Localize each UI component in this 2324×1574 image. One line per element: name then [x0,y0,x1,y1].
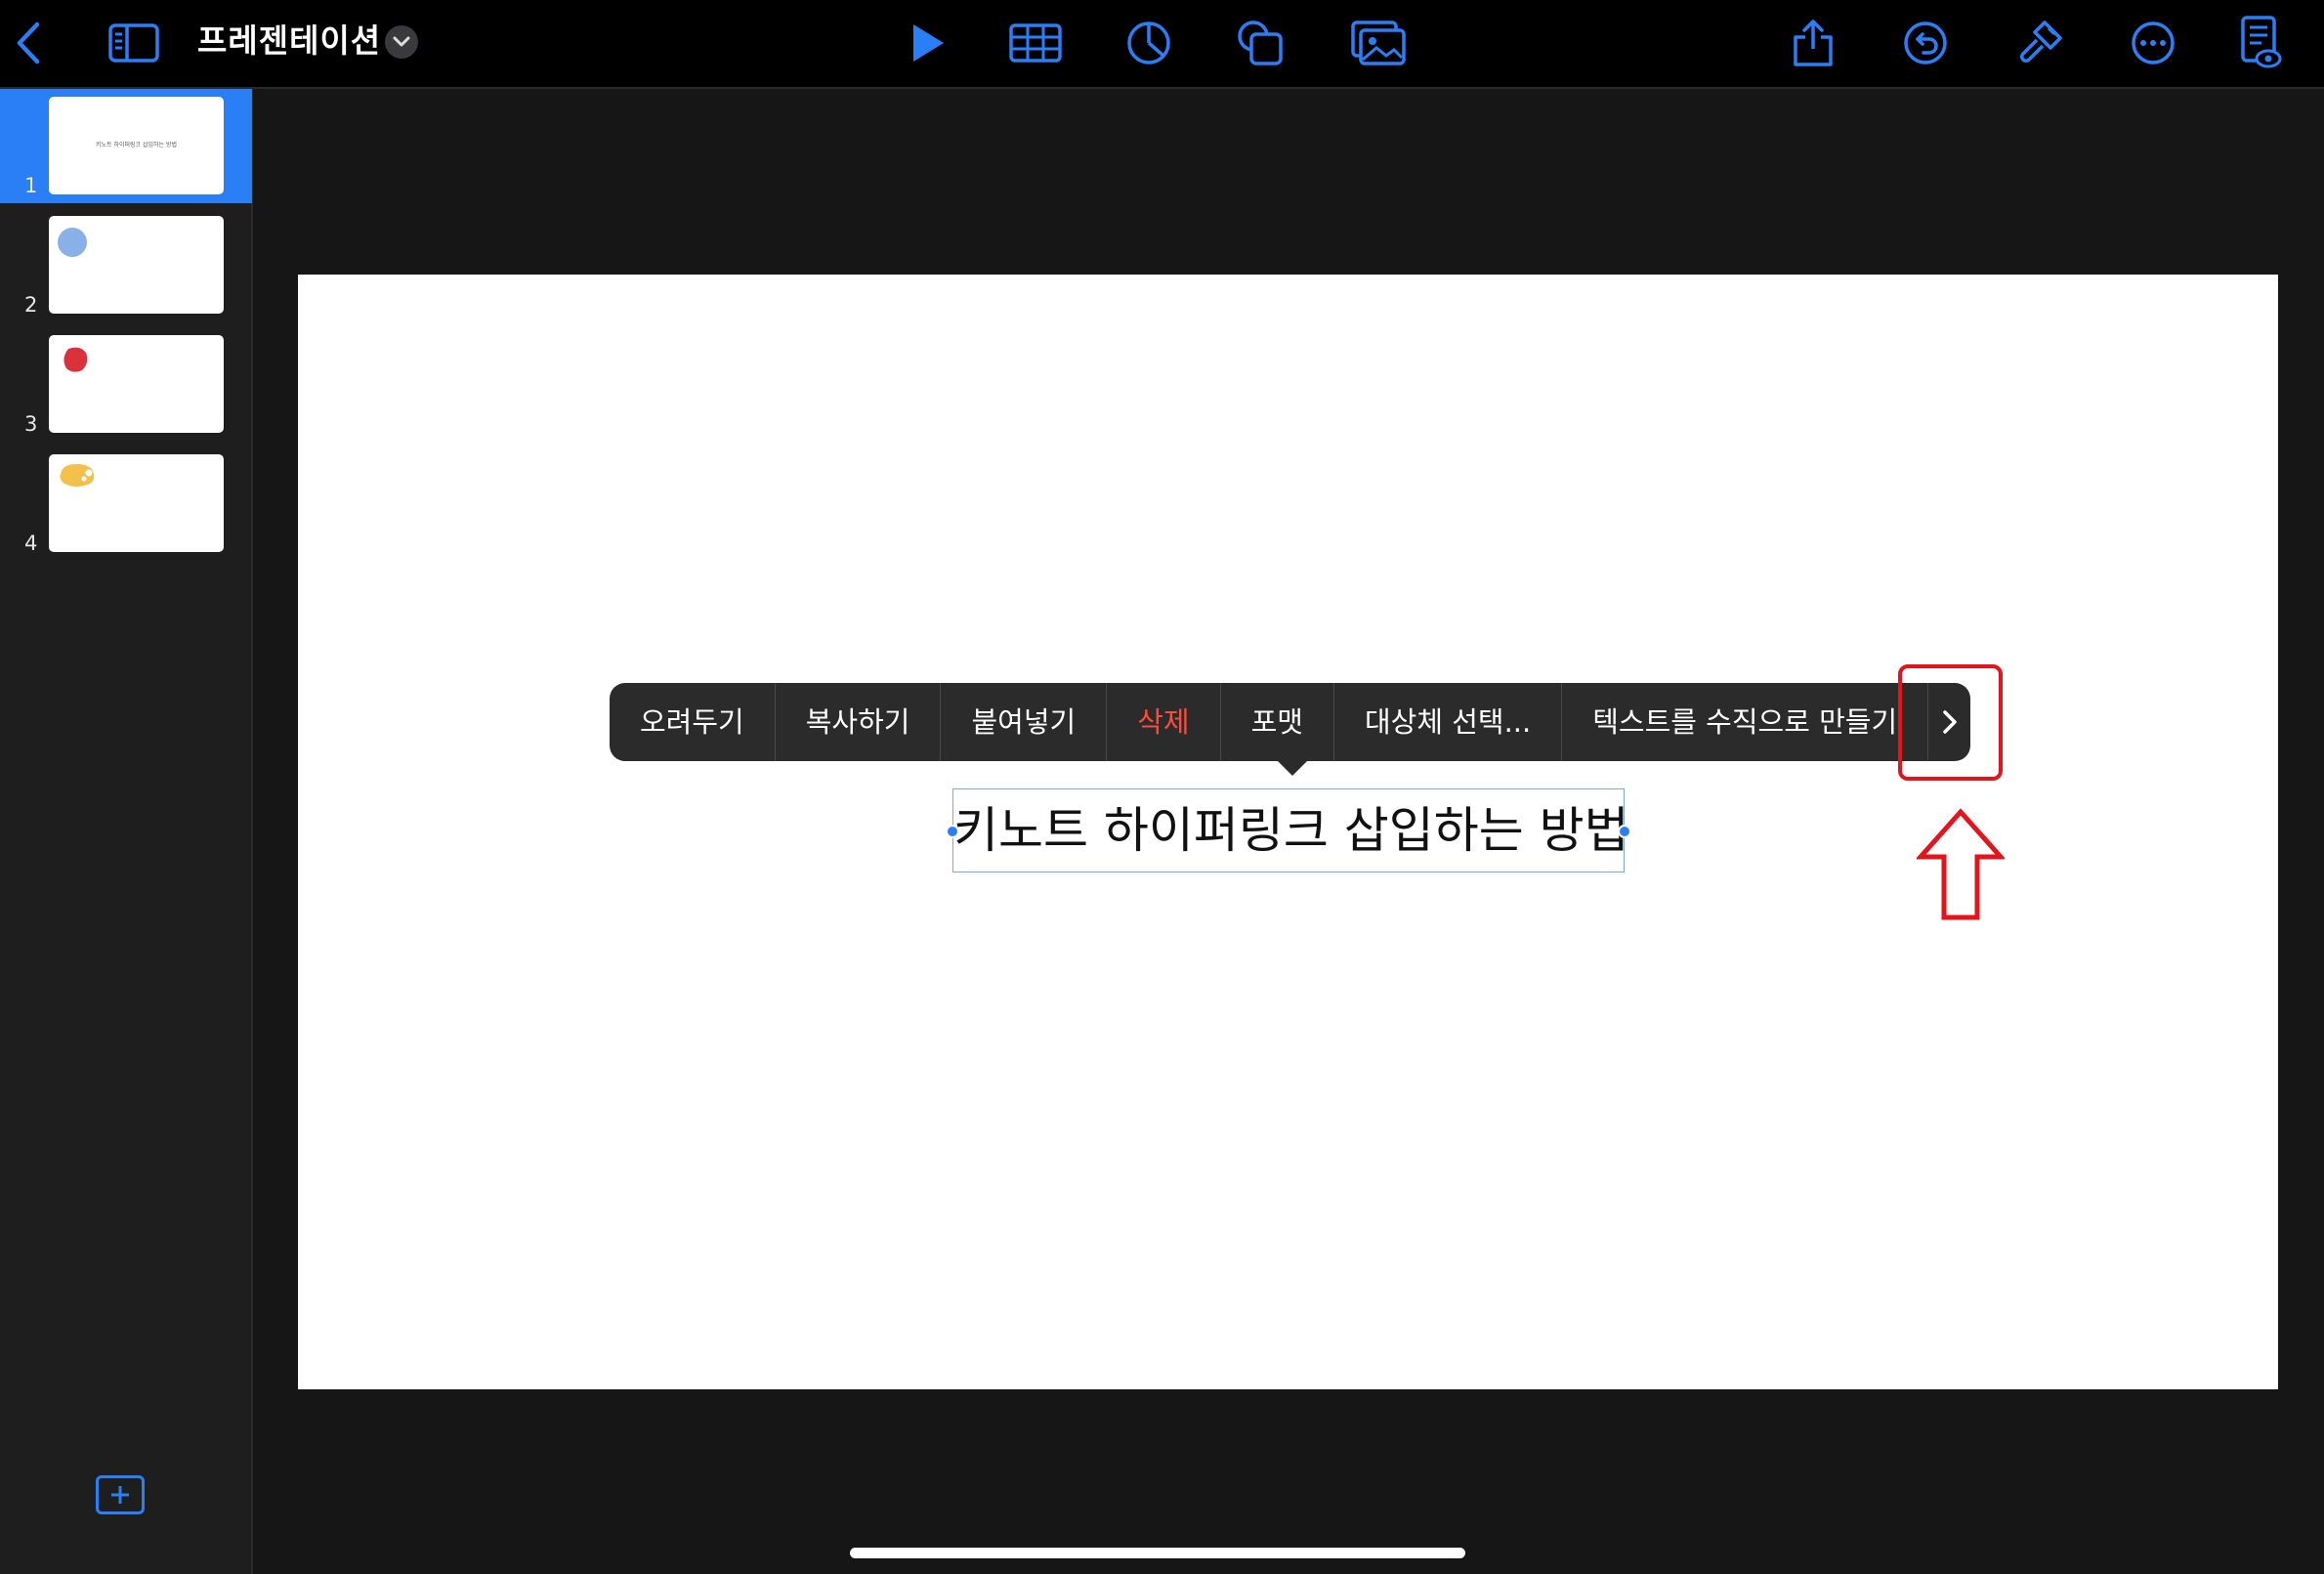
slide-thumbnail-3[interactable]: 3 [0,327,252,442]
back-icon[interactable] [0,14,59,72]
share-icon[interactable] [1784,14,1842,72]
slide-thumbnail-image: 키노트 하이퍼링크 삽입하는 방법 [49,97,224,194]
slide-thumbnail-image [49,454,224,552]
slide-thumbnail-4[interactable]: 4 [0,447,252,561]
table-icon[interactable] [1006,14,1065,72]
select-object-menu-item[interactable]: 대상체 선택... [1334,683,1563,761]
format-brush-icon[interactable] [2010,14,2069,72]
slide-number: 3 [24,412,38,436]
highlight-box-annotation [1898,664,2003,781]
up-arrow-outline-icon [1917,808,2005,920]
context-menu-pointer [1277,760,1308,776]
media-icon[interactable] [1349,14,1408,72]
slide-navigator: 키노트 하이퍼링크 삽입하는 방법 1 2 3 4 [0,89,253,1574]
slide-title-text: 키노트 하이퍼링크 삽입하는 방법 [953,802,1629,859]
slide-thumbnail-image [49,335,224,433]
title-chevron-down-icon[interactable] [385,25,418,59]
top-toolbar: 프레젠테이션 [0,0,2324,89]
copy-menu-item[interactable]: 복사하기 [776,683,942,761]
circle-shape [58,228,87,257]
undo-icon[interactable] [1896,14,1955,72]
paste-menu-item[interactable]: 붙여넣기 [941,683,1108,761]
more-icon[interactable] [2124,14,2182,72]
make-text-vertical-menu-item[interactable]: 텍스트를 수직으로 만들기 [1562,683,1929,761]
selection-handle-right[interactable] [1618,825,1631,838]
selection-handle-left[interactable] [946,825,959,838]
thumbnail-text: 키노트 하이퍼링크 삽입하는 방법 [95,142,177,149]
slide-number: 1 [24,174,38,197]
delete-menu-item[interactable]: 삭제 [1107,683,1221,761]
slide-thumbnail-1[interactable]: 키노트 하이퍼링크 삽입하는 방법 1 [0,89,252,203]
chart-icon[interactable] [1120,14,1178,72]
red-blob-shape [63,347,88,372]
palette-shape [60,464,95,488]
slide-number: 4 [24,532,38,555]
slide-thumbnail-2[interactable]: 2 [0,208,252,322]
format-menu-item[interactable]: 포맷 [1221,683,1334,761]
sidebar-icon[interactable] [105,14,163,72]
shapes-icon[interactable] [1231,14,1289,72]
presenter-view-icon[interactable] [2231,14,2290,72]
play-icon[interactable] [899,14,957,72]
slide-title-textbox[interactable]: 키노트 하이퍼링크 삽입하는 방법 [946,788,1631,872]
cut-menu-item[interactable]: 오려두기 [610,683,776,761]
context-menu: 오려두기 복사하기 붙여넣기 삭제 포맷 대상체 선택... 텍스트를 수직으로… [610,683,1970,761]
home-indicator[interactable] [850,1548,1465,1558]
add-slide-icon[interactable] [96,1475,145,1514]
slide-number: 2 [24,293,38,317]
slide-thumbnail-image [49,216,224,314]
document-title[interactable]: 프레젠테이션 [197,18,381,64]
